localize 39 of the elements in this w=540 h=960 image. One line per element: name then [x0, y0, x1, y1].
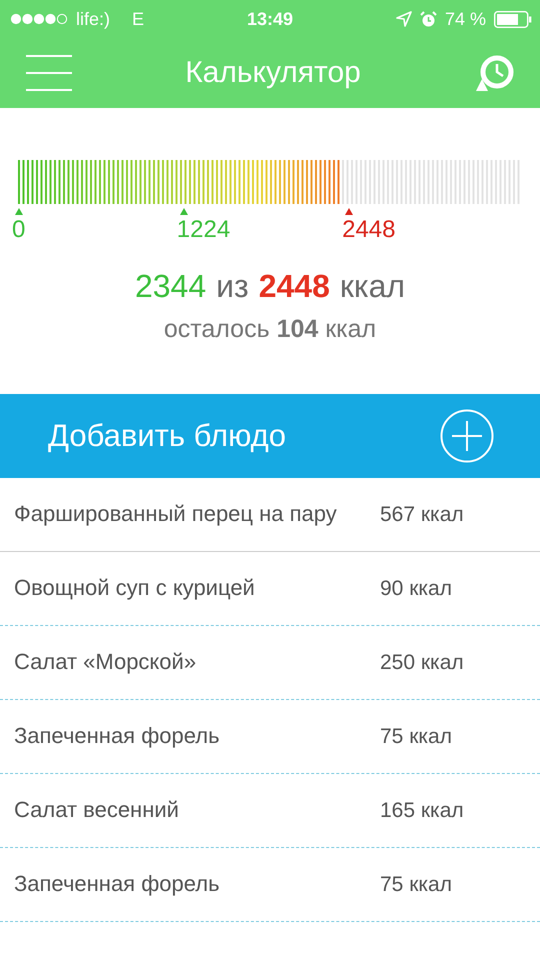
- meal-calories: 165 ккал: [380, 798, 465, 822]
- carrier-name: life:): [76, 8, 110, 30]
- signal-icon: [10, 13, 68, 25]
- meal-calories: 250 ккал: [380, 650, 465, 674]
- meal-calories: 75 ккал: [380, 872, 453, 896]
- battery-icon: [494, 10, 532, 28]
- remaining-calories: осталось 104 ккал: [162, 315, 378, 344]
- meal-calories: 90 ккал: [380, 576, 453, 600]
- network-type: E: [132, 8, 144, 30]
- scale-label: 0: [12, 216, 26, 244]
- meal-calories: 567 ккал: [380, 502, 465, 526]
- meal-row[interactable]: Салат весенний 165 ккал: [0, 774, 540, 848]
- meal-calories: 75 ккал: [380, 724, 453, 748]
- screen-title: Калькулятор: [185, 56, 361, 90]
- scale-label: 1224: [176, 216, 230, 244]
- plus-circle-icon: [440, 409, 494, 463]
- status-time: 13:49: [246, 8, 294, 30]
- meal-row[interactable]: Запеченная форель 75 ккал: [0, 700, 540, 774]
- meal-name: Салат «Морской»: [14, 648, 196, 676]
- unit-label: ккал: [340, 268, 406, 305]
- battery-percent: 74 %: [444, 8, 486, 30]
- menu-icon: [26, 55, 72, 91]
- alarm-icon: [420, 10, 437, 28]
- eaten-calories: 2344: [134, 268, 206, 305]
- location-icon: [396, 11, 412, 27]
- clock-refresh-icon: [474, 53, 516, 93]
- meal-name: Фаршированный перец на пару: [14, 500, 337, 528]
- meal-name: Овощной суп с курицей: [14, 574, 255, 602]
- meal-name: Салат весенний: [14, 796, 179, 824]
- menu-button[interactable]: [26, 55, 72, 91]
- scale-label: 2448: [342, 216, 396, 244]
- of-word: из: [216, 268, 249, 305]
- meal-row[interactable]: Запеченная форель 75 ккал: [0, 848, 540, 922]
- meal-name: Запеченная форель: [14, 722, 220, 750]
- history-button[interactable]: [474, 53, 516, 93]
- meal-row[interactable]: Овощной суп с курицей 90 ккал: [0, 552, 540, 626]
- meal-name: Запеченная форель: [14, 870, 220, 898]
- meal-row[interactable]: Салат «Морской» 250 ккал: [0, 626, 540, 700]
- goal-calories: 2448: [258, 268, 330, 305]
